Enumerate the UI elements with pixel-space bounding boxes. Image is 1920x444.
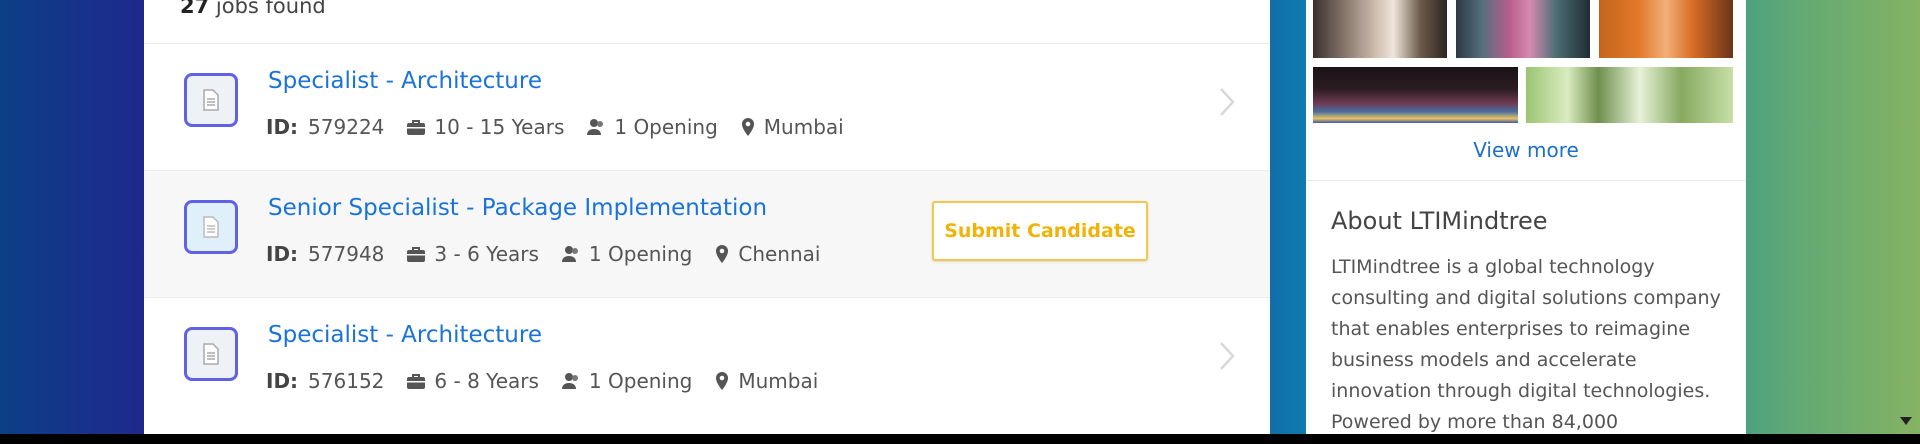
document-icon <box>184 327 238 381</box>
gallery-photo[interactable] <box>1599 0 1733 58</box>
briefcase-icon <box>406 373 426 390</box>
job-openings: 1 Opening <box>588 369 693 393</box>
job-row[interactable]: Senior Specialist - Package Implementati… <box>144 170 1270 297</box>
map-pin-icon <box>714 244 730 264</box>
chevron-right-icon[interactable] <box>1219 87 1235 121</box>
job-row[interactable]: Specialist - Architecture ID: 579224 10 … <box>144 43 1270 170</box>
job-location: Chennai <box>738 242 821 266</box>
gallery-photo[interactable] <box>1313 0 1447 58</box>
chevron-right-icon[interactable] <box>1219 341 1235 375</box>
id-label: ID: <box>266 115 299 139</box>
map-pin-icon <box>714 371 730 391</box>
id-label: ID: <box>266 369 299 393</box>
job-meta: ID: 577948 3 - 6 Years 1 Opening Chennai <box>266 242 820 266</box>
job-id: 577948 <box>308 242 385 266</box>
company-sidebar: View more About LTIMindtree LTIMindtree … <box>1306 0 1746 434</box>
window-bottom-bar <box>0 434 1920 444</box>
people-icon <box>586 118 606 136</box>
job-id: 579224 <box>308 115 385 139</box>
job-title-link[interactable]: Senior Specialist - Package Implementati… <box>268 195 767 221</box>
job-experience: 3 - 6 Years <box>434 242 539 266</box>
gallery-photo[interactable] <box>1313 67 1518 123</box>
job-id: 576152 <box>308 369 385 393</box>
submit-candidate-button[interactable]: Submit Candidate <box>932 201 1148 261</box>
gallery-photo[interactable] <box>1456 0 1590 58</box>
gallery-photo[interactable] <box>1526 67 1733 123</box>
people-icon <box>561 245 581 263</box>
document-icon <box>184 200 238 254</box>
job-title-link[interactable]: Specialist - Architecture <box>268 322 542 348</box>
briefcase-icon <box>406 246 426 263</box>
divider <box>1306 180 1746 181</box>
about-title: About LTIMindtree <box>1331 207 1548 235</box>
document-icon <box>184 73 238 127</box>
job-openings: 1 Opening <box>614 115 718 139</box>
job-meta: ID: 576152 6 - 8 Years 1 Opening Mumbai <box>266 369 818 393</box>
job-openings: 1 Opening <box>588 242 693 266</box>
job-location: Mumbai <box>763 115 844 139</box>
job-title-link[interactable]: Specialist - Architecture <box>268 68 542 94</box>
job-experience: 6 - 8 Years <box>434 369 539 393</box>
job-row[interactable]: Specialist - Architecture ID: 576152 6 -… <box>144 297 1270 424</box>
jobs-found-count: 27 jobs found <box>180 0 326 18</box>
job-location: Mumbai <box>738 369 819 393</box>
view-more-link[interactable]: View more <box>1306 138 1746 162</box>
people-icon <box>561 372 581 390</box>
map-pin-icon <box>740 117 756 137</box>
about-text: LTIMindtree is a global technology consu… <box>1331 256 1721 433</box>
scroll-down-icon[interactable] <box>1896 412 1916 430</box>
job-experience: 10 - 15 Years <box>434 115 565 139</box>
job-list-panel: 27 jobs found Specialist - Architecture … <box>144 0 1270 434</box>
job-meta: ID: 579224 10 - 15 Years 1 Opening Mumba… <box>266 115 844 139</box>
id-label: ID: <box>266 242 299 266</box>
briefcase-icon <box>406 119 426 136</box>
